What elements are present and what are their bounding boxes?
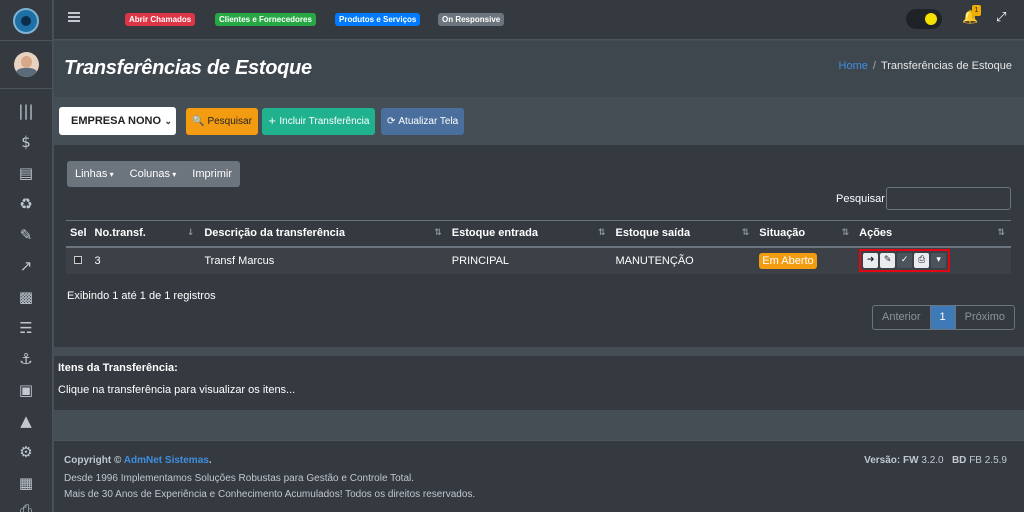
breadcrumb: Home / Transferências de Estoque — [838, 60, 1012, 72]
pagination: Anterior 1 Próximo — [872, 305, 1015, 330]
content-header: Transferências de Estoque Home / Transferê… — [54, 41, 1024, 97]
handshake-icon[interactable]: ♻ — [15, 194, 37, 214]
pesquisar-button-label: Pesquisar — [207, 116, 252, 127]
cell-no: 3 — [90, 246, 201, 274]
footer-version: Versão: FW 3.2.0 BD FB 2.5.9 — [864, 455, 1007, 466]
fullscreen-icon[interactable]: ⤢ — [996, 10, 1006, 25]
top-navbar: Abrir Chamados Clientes e Fornecedores P… — [54, 0, 1024, 40]
pager-page-1[interactable]: 1 — [929, 306, 956, 329]
industry-icon[interactable]: ▩ — [15, 287, 37, 307]
search-icon: 🔍 — [192, 116, 205, 127]
check-icon[interactable]: ✓ — [897, 253, 913, 268]
breadcrumb-home-link[interactable]: Home — [839, 60, 868, 72]
row-actions-group: ➜ ✎ ✓ ⎙ ▾ — [859, 249, 951, 272]
col-header-no[interactable]: No.transf. ↓ — [90, 220, 201, 248]
empresa-select[interactable]: EMPRESA NONO ⌄ — [59, 107, 176, 135]
search-input[interactable] — [886, 187, 1011, 210]
cell-entrada: PRINCIPAL — [447, 246, 612, 274]
barcode-icon[interactable]: ||| — [15, 101, 37, 121]
col-header-saida[interactable]: Estoque saída ⇅ — [611, 220, 756, 248]
cogs-icon[interactable]: ⚙ — [15, 442, 37, 462]
hamburger-menu-icon[interactable] — [68, 12, 80, 22]
sort-icon: ⇅ — [741, 228, 750, 238]
cell-acoes: ➜ ✎ ✓ ⎙ ▾ — [855, 246, 1011, 274]
empresa-select-value: EMPRESA NONO — [71, 115, 162, 127]
col-header-acoes[interactable]: Ações ⇅ — [855, 220, 1011, 248]
table-info-text: Exibindo 1 até 1 de 1 registros — [67, 290, 216, 302]
transfer-list-card: Linhas Colunas Imprimir Pesquisar Sel No… — [54, 145, 1024, 347]
print-icon[interactable]: ⎙ — [15, 500, 37, 512]
cell-saida: MANUTENÇÃO — [611, 246, 756, 274]
edit-icon[interactable]: ✎ — [15, 225, 37, 245]
table-icon[interactable]: ▦ — [15, 473, 37, 493]
transfers-table: Sel No.transf. ↓ Descrição da transferênc… — [66, 220, 1011, 274]
bank-icon[interactable]: ▲ — [15, 411, 37, 431]
col-header-entrada[interactable]: Estoque entrada ⇅ — [447, 220, 612, 248]
logo-icon[interactable] — [13, 8, 39, 34]
ship-icon[interactable]: ⚓ — [15, 349, 37, 369]
pager-prev[interactable]: Anterior — [873, 306, 930, 329]
table-row[interactable]: 3 Transf Marcus PRINCIPAL MANUTENÇÃO Em … — [66, 246, 1011, 274]
items-subtitle: Clique na transferência para visualizar … — [58, 384, 296, 396]
atualizar-button-label: Atualizar Tela — [398, 116, 459, 127]
cell-descricao: Transf Marcus — [200, 246, 448, 274]
col-header-situacao[interactable]: Situação ⇅ — [755, 220, 856, 248]
dollar-icon[interactable]: $ — [15, 132, 37, 152]
search-label: Pesquisar — [836, 193, 885, 205]
nav-badge-chamados[interactable]: Abrir Chamados — [125, 13, 196, 26]
chevron-down-icon: ⌄ — [164, 116, 172, 126]
col-header-sel: Sel — [66, 220, 91, 248]
notification-count-badge: 1 — [972, 5, 981, 16]
pager-next[interactable]: Próximo — [956, 306, 1014, 329]
nav-badge-responsive[interactable]: On Responsive — [438, 13, 505, 26]
nav-badge-clientes[interactable]: Clientes e Fornecedores — [215, 13, 316, 26]
linhas-dropdown[interactable]: Linhas — [67, 161, 122, 187]
row-checkbox[interactable] — [74, 255, 82, 264]
sort-icon: ⇅ — [997, 228, 1005, 238]
pesquisar-button[interactable]: 🔍 Pesquisar — [186, 108, 258, 135]
incluir-button-label: Incluir Transferência — [279, 116, 370, 127]
row-select-cell — [66, 246, 91, 274]
sidebar: ||| $ ▤ ♻ ✎ ↗ ▩ ☴ ⚓ ▣ ▲ ⚙ ▦ ⎙ — [0, 0, 53, 512]
sidebar-divider — [0, 40, 53, 41]
page-title: Transferências de Estoque — [64, 57, 312, 79]
shopping-bag-icon[interactable]: ▤ — [15, 163, 37, 183]
print-icon[interactable]: ⎙ — [914, 253, 930, 268]
arrow-right-icon[interactable]: ➜ — [863, 253, 879, 268]
refresh-icon: ⟳ — [387, 116, 396, 127]
atualizar-tela-button[interactable]: ⟳ Atualizar Tela — [381, 108, 465, 135]
footer: Copyright © AdmNet Sistemas. Desde 1996 … — [54, 440, 1024, 512]
plus-icon: + — [268, 116, 277, 127]
status-badge: Em Aberto — [759, 252, 817, 269]
footer-brand-link[interactable]: AdmNet Sistemas — [124, 455, 209, 466]
sort-icon: ⇅ — [597, 228, 606, 238]
sort-icon: ⇅ — [434, 228, 442, 238]
colunas-dropdown[interactable]: Colunas — [122, 161, 185, 187]
theme-toggle[interactable] — [906, 9, 942, 29]
sort-desc-icon: ↓ — [186, 228, 195, 238]
nav-badge-produtos[interactable]: Produtos e Serviços — [335, 13, 421, 26]
col-header-descricao[interactable]: Descrição da transferência ⇅ — [200, 220, 448, 248]
incluir-transferencia-button[interactable]: + Incluir Transferência — [262, 108, 376, 135]
sort-icon: ⇅ — [841, 228, 850, 238]
items-title: Itens da Transferência: — [58, 362, 178, 374]
caret-down-icon[interactable]: ▾ — [931, 253, 947, 268]
footer-line-3: Mais de 30 Anos de Experiência e Conheci… — [64, 489, 476, 500]
imprimir-button[interactable]: Imprimir — [184, 161, 240, 187]
chart-line-icon[interactable]: ↗ — [15, 256, 37, 276]
footer-copyright: Copyright © AdmNet Sistemas. — [64, 455, 212, 466]
cube-icon[interactable]: ▣ — [15, 380, 37, 400]
items-card: Itens da Transferência: Clique na transf… — [54, 356, 1024, 410]
breadcrumb-current: Transferências de Estoque — [880, 60, 1012, 72]
footer-line-2: Desde 1996 Implementamos Soluções Robust… — [64, 473, 415, 484]
cart-icon[interactable]: ☴ — [15, 318, 37, 338]
edit-icon[interactable]: ✎ — [880, 253, 896, 268]
avatar[interactable] — [14, 52, 39, 77]
cell-situacao: Em Aberto — [755, 246, 856, 274]
table-tools-group: Linhas Colunas Imprimir — [67, 161, 240, 187]
sidebar-divider — [0, 88, 53, 89]
